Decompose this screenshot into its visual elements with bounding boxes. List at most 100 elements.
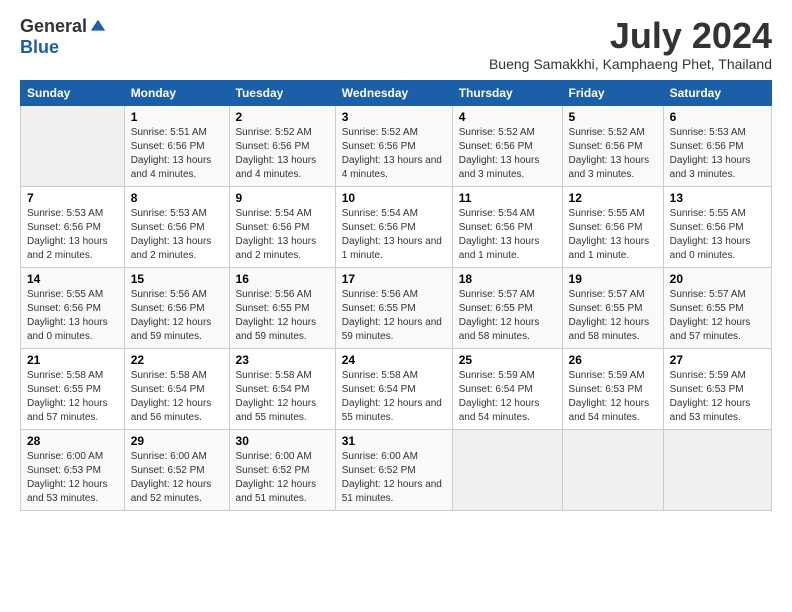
calendar-cell: 16Sunrise: 5:56 AMSunset: 6:55 PMDayligh… (229, 267, 335, 348)
location-subtitle: Bueng Samakkhi, Kamphaeng Phet, Thailand (489, 56, 772, 72)
day-number: 17 (342, 272, 446, 286)
calendar-cell: 10Sunrise: 5:54 AMSunset: 6:56 PMDayligh… (335, 186, 452, 267)
calendar-cell: 11Sunrise: 5:54 AMSunset: 6:56 PMDayligh… (452, 186, 562, 267)
day-info: Sunrise: 5:54 AMSunset: 6:56 PMDaylight:… (236, 207, 329, 263)
day-info: Sunrise: 5:57 AMSunset: 6:55 PMDaylight:… (459, 288, 556, 344)
day-number: 19 (569, 272, 657, 286)
day-info: Sunrise: 5:55 AMSunset: 6:56 PMDaylight:… (569, 207, 657, 263)
day-info: Sunrise: 5:52 AMSunset: 6:56 PMDaylight:… (342, 126, 446, 182)
logo: General Blue (20, 16, 107, 58)
calendar-cell: 4Sunrise: 5:52 AMSunset: 6:56 PMDaylight… (452, 105, 562, 186)
calendar-cell: 20 Sunrise: 5:57 AMSunset: 6:55 PMDayligh… (663, 267, 771, 348)
calendar-week-row: 7 Sunrise: 5:53 AMSunset: 6:56 PMDaylight… (21, 186, 772, 267)
day-info: Sunrise: 5:56 AMSunset: 6:56 PMDaylight:… (131, 288, 223, 344)
logo-icon (89, 18, 107, 36)
calendar-cell: 6 Sunrise: 5:53 AMSunset: 6:56 PMDaylight… (663, 105, 771, 186)
day-info: Sunrise: 5:59 AMSunset: 6:53 PMDaylight:… (569, 369, 657, 425)
calendar-week-row: 28Sunrise: 6:00 AMSunset: 6:53 PMDayligh… (21, 429, 772, 510)
day-number: 23 (236, 353, 329, 367)
day-info: Sunrise: 5:51 AMSunset: 6:56 PMDaylight:… (131, 126, 223, 182)
calendar-cell: 27 Sunrise: 5:59 AMSunset: 6:53 PMDayligh… (663, 348, 771, 429)
weekday-header-saturday: Saturday (663, 80, 771, 105)
calendar-cell: 21Sunrise: 5:58 AMSunset: 6:55 PMDayligh… (21, 348, 125, 429)
day-number: 30 (236, 434, 329, 448)
calendar-cell: 9 Sunrise: 5:54 AMSunset: 6:56 PMDaylight… (229, 186, 335, 267)
weekday-header-wednesday: Wednesday (335, 80, 452, 105)
day-info: Sunrise: 5:58 AMSunset: 6:55 PMDaylight:… (27, 369, 118, 425)
calendar-table: SundayMondayTuesdayWednesdayThursdayFrid… (20, 80, 772, 511)
day-info: Sunrise: 6:00 AMSunset: 6:53 PMDaylight:… (27, 450, 118, 506)
calendar-cell: 24 Sunrise: 5:58 AMSunset: 6:54 PMDayligh… (335, 348, 452, 429)
calendar-cell: 19Sunrise: 5:57 AMSunset: 6:55 PMDayligh… (562, 267, 663, 348)
day-info: Sunrise: 5:52 AMSunset: 6:56 PMDaylight:… (569, 126, 657, 182)
day-info: Sunrise: 5:58 AMSunset: 6:54 PMDaylight:… (236, 369, 329, 425)
weekday-header-tuesday: Tuesday (229, 80, 335, 105)
calendar-cell: 13Sunrise: 5:55 AMSunset: 6:56 PMDayligh… (663, 186, 771, 267)
day-info: Sunrise: 5:59 AMSunset: 6:54 PMDaylight:… (459, 369, 556, 425)
day-info: Sunrise: 6:00 AMSunset: 6:52 PMDaylight:… (342, 450, 446, 506)
title-section: July 2024 Bueng Samakkhi, Kamphaeng Phet… (489, 16, 772, 72)
day-number: 20 (670, 272, 765, 286)
day-info: Sunrise: 5:58 AMSunset: 6:54 PMDaylight:… (131, 369, 223, 425)
day-number: 6 (670, 110, 765, 124)
calendar-cell: 3Sunrise: 5:52 AMSunset: 6:56 PMDaylight… (335, 105, 452, 186)
day-number: 2 (236, 110, 329, 124)
calendar-cell: 22 Sunrise: 5:58 AMSunset: 6:54 PMDayligh… (124, 348, 229, 429)
day-number: 13 (670, 191, 765, 205)
calendar-cell: 26 Sunrise: 5:59 AMSunset: 6:53 PMDayligh… (562, 348, 663, 429)
calendar-cell: 8Sunrise: 5:53 AMSunset: 6:56 PMDaylight… (124, 186, 229, 267)
day-number: 11 (459, 191, 556, 205)
weekday-header-sunday: Sunday (21, 80, 125, 105)
weekday-header-row: SundayMondayTuesdayWednesdayThursdayFrid… (21, 80, 772, 105)
day-info: Sunrise: 5:53 AMSunset: 6:56 PMDaylight:… (27, 207, 118, 263)
calendar-cell: 31Sunrise: 6:00 AMSunset: 6:52 PMDayligh… (335, 429, 452, 510)
calendar-cell: 7 Sunrise: 5:53 AMSunset: 6:56 PMDaylight… (21, 186, 125, 267)
day-info: Sunrise: 5:55 AMSunset: 6:56 PMDaylight:… (27, 288, 118, 344)
month-title: July 2024 (489, 16, 772, 56)
calendar-cell (21, 105, 125, 186)
day-number: 18 (459, 272, 556, 286)
day-number: 7 (27, 191, 118, 205)
calendar-cell: 2 Sunrise: 5:52 AMSunset: 6:56 PMDaylight… (229, 105, 335, 186)
calendar-cell (562, 429, 663, 510)
weekday-header-friday: Friday (562, 80, 663, 105)
day-info: Sunrise: 5:56 AMSunset: 6:55 PMDaylight:… (236, 288, 329, 344)
day-number: 24 (342, 353, 446, 367)
calendar-cell: 30 Sunrise: 6:00 AMSunset: 6:52 PMDayligh… (229, 429, 335, 510)
calendar-cell: 14Sunrise: 5:55 AMSunset: 6:56 PMDayligh… (21, 267, 125, 348)
day-info: Sunrise: 5:57 AMSunset: 6:55 PMDaylight:… (670, 288, 765, 344)
weekday-header-monday: Monday (124, 80, 229, 105)
calendar-cell (663, 429, 771, 510)
day-number: 29 (131, 434, 223, 448)
day-number: 15 (131, 272, 223, 286)
calendar-cell: 29 Sunrise: 6:00 AMSunset: 6:52 PMDayligh… (124, 429, 229, 510)
day-info: Sunrise: 5:52 AMSunset: 6:56 PMDaylight:… (236, 126, 329, 182)
day-info: Sunrise: 6:00 AMSunset: 6:52 PMDaylight:… (236, 450, 329, 506)
calendar-cell: 18 Sunrise: 5:57 AMSunset: 6:55 PMDayligh… (452, 267, 562, 348)
day-info: Sunrise: 5:56 AMSunset: 6:55 PMDaylight:… (342, 288, 446, 344)
weekday-header-thursday: Thursday (452, 80, 562, 105)
calendar-cell (452, 429, 562, 510)
day-number: 26 (569, 353, 657, 367)
calendar-week-row: 1 Sunrise: 5:51 AMSunset: 6:56 PMDaylight… (21, 105, 772, 186)
day-number: 4 (459, 110, 556, 124)
calendar-cell: 28Sunrise: 6:00 AMSunset: 6:53 PMDayligh… (21, 429, 125, 510)
calendar-cell: 12Sunrise: 5:55 AMSunset: 6:56 PMDayligh… (562, 186, 663, 267)
logo-general-text: General (20, 16, 87, 37)
day-info: Sunrise: 5:53 AMSunset: 6:56 PMDaylight:… (131, 207, 223, 263)
day-info: Sunrise: 5:54 AMSunset: 6:56 PMDaylight:… (342, 207, 446, 263)
day-number: 25 (459, 353, 556, 367)
day-number: 27 (670, 353, 765, 367)
day-number: 1 (131, 110, 223, 124)
calendar-cell: 17 Sunrise: 5:56 AMSunset: 6:55 PMDayligh… (335, 267, 452, 348)
day-number: 9 (236, 191, 329, 205)
day-info: Sunrise: 5:58 AMSunset: 6:54 PMDaylight:… (342, 369, 446, 425)
day-info: Sunrise: 5:53 AMSunset: 6:56 PMDaylight:… (670, 126, 765, 182)
calendar-week-row: 21Sunrise: 5:58 AMSunset: 6:55 PMDayligh… (21, 348, 772, 429)
day-number: 22 (131, 353, 223, 367)
calendar-cell: 15 Sunrise: 5:56 AMSunset: 6:56 PMDayligh… (124, 267, 229, 348)
page-header: General Blue July 2024 Bueng Samakkhi, K… (20, 16, 772, 72)
day-info: Sunrise: 6:00 AMSunset: 6:52 PMDaylight:… (131, 450, 223, 506)
day-info: Sunrise: 5:59 AMSunset: 6:53 PMDaylight:… (670, 369, 765, 425)
calendar-cell: 25 Sunrise: 5:59 AMSunset: 6:54 PMDayligh… (452, 348, 562, 429)
